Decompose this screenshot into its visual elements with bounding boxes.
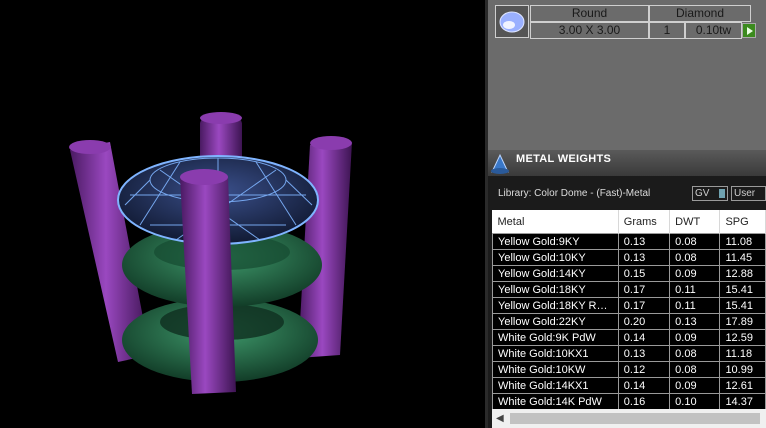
play-icon[interactable] <box>742 23 756 38</box>
table-cell: 0.13 <box>669 313 721 330</box>
table-cell: White Gold:14K PdW <box>492 393 619 410</box>
side-panel: Round Diamond 3.00 X 3.00 1 0.10tw METAL… <box>488 0 766 428</box>
table-row[interactable]: White Gold:14KX1 0.14 0.09 12.61 <box>492 377 766 394</box>
table-cell: 0.09 <box>669 265 721 282</box>
column-header-dwt[interactable]: DWT <box>669 210 721 234</box>
table-cell: 0.13 <box>617 249 671 266</box>
table-cell: 12.59 <box>719 329 766 346</box>
table-cell: 0.17 <box>617 297 671 314</box>
table-cell: 0.08 <box>669 233 721 250</box>
library-label: Library: Color Dome - (Fast)-Metal <box>498 188 651 199</box>
column-header-spg[interactable]: SPG <box>719 210 766 234</box>
table-cell: 0.17 <box>617 281 671 298</box>
column-header-metal[interactable]: Metal <box>492 210 619 234</box>
stone-summary: Round Diamond 3.00 X 3.00 1 0.10tw <box>495 5 757 39</box>
table-cell: 0.15 <box>617 265 671 282</box>
table-cell: White Gold:10KW <box>492 361 619 378</box>
stone-count: 1 <box>649 22 685 39</box>
table-cell: 0.09 <box>669 377 721 394</box>
metal-weights-body: Library: Color Dome - (Fast)-Metal GV Us… <box>488 176 766 428</box>
table-cell: Yellow Gold:14KY <box>492 265 619 282</box>
table-row[interactable]: Yellow Gold:18KY 0.17 0.11 15.41 <box>492 281 766 298</box>
scrollbar-thumb[interactable] <box>510 413 760 424</box>
stone-size: 3.00 X 3.00 <box>530 22 649 39</box>
table-row[interactable]: White Gold:10KX1 0.13 0.08 11.18 <box>492 345 766 362</box>
table-cell: 0.20 <box>617 313 671 330</box>
table-cell: White Gold:14KX1 <box>492 377 619 394</box>
table-cell: Yellow Gold:9KY <box>492 233 619 250</box>
metal-weights-table: Metal Grams DWT SPG Yellow Gold:9KY 0.13 0… <box>492 210 766 428</box>
table-cell: 0.09 <box>669 329 721 346</box>
scroll-left-icon[interactable]: ◀ <box>496 413 504 424</box>
gv-toggle-label: GV <box>695 188 710 199</box>
table-cell: 0.12 <box>617 361 671 378</box>
metal-weights-header[interactable]: METAL WEIGHTS <box>488 150 766 176</box>
table-header-row: Metal Grams DWT SPG <box>492 210 766 234</box>
table-cell: 11.18 <box>719 345 766 362</box>
table-cell: 0.08 <box>669 345 721 362</box>
table-cell: 0.14 <box>617 329 671 346</box>
table-cell: 12.61 <box>719 377 766 394</box>
stone-weight: 0.10tw <box>685 22 742 39</box>
table-row[interactable]: White Gold:9K PdW 0.14 0.09 12.59 <box>492 329 766 346</box>
metal-weights-title: METAL WEIGHTS <box>516 153 612 165</box>
table-cell: 10.99 <box>719 361 766 378</box>
table-row[interactable]: White Gold:14K PdW 0.16 0.10 14.37 <box>492 393 766 410</box>
horizontal-scrollbar[interactable]: ◀ <box>492 409 766 428</box>
table-cell: Yellow Gold:22KY <box>492 313 619 330</box>
table-cell: 15.41 <box>719 281 766 298</box>
table-cell: 11.08 <box>719 233 766 250</box>
table-row[interactable]: Yellow Gold:10KY 0.13 0.08 11.45 <box>492 249 766 266</box>
table-row[interactable]: Yellow Gold:14KY 0.15 0.09 12.88 <box>492 265 766 282</box>
table-cell: 0.08 <box>669 249 721 266</box>
user-toggle[interactable]: User <box>731 186 766 201</box>
table-cell: 15.41 <box>719 297 766 314</box>
user-toggle-label: User <box>734 188 756 199</box>
table-cell: 0.11 <box>669 281 721 298</box>
table-cell: 0.14 <box>617 377 671 394</box>
table-cell: 0.13 <box>617 233 671 250</box>
table-row[interactable]: White Gold:10KW 0.12 0.08 10.99 <box>492 361 766 378</box>
table-cell: 11.45 <box>719 249 766 266</box>
table-cell: 0.08 <box>669 361 721 378</box>
table-cell: White Gold:10KX1 <box>492 345 619 362</box>
table-cell: 0.10 <box>669 393 721 410</box>
metal-weights-icon <box>488 152 512 174</box>
round-stone-icon[interactable] <box>495 5 529 38</box>
table-cell: 17.89 <box>719 313 766 330</box>
table-row[interactable]: Yellow Gold:9KY 0.13 0.08 11.08 <box>492 233 766 250</box>
ring-model-render <box>69 112 352 394</box>
table-cell: Yellow Gold:18KY R… <box>492 297 619 314</box>
gv-toggle[interactable]: GV <box>692 186 728 201</box>
table-cell: White Gold:9K PdW <box>492 329 619 346</box>
stone-shape: Round <box>530 5 649 22</box>
3d-viewport[interactable] <box>0 0 487 428</box>
table-cell: 12.88 <box>719 265 766 282</box>
table-row[interactable]: Yellow Gold:18KY R… 0.17 0.11 15.41 <box>492 297 766 314</box>
table-cell: 0.13 <box>617 345 671 362</box>
table-cell: Yellow Gold:18KY <box>492 281 619 298</box>
table-cell: 14.37 <box>719 393 766 410</box>
table-cell: 0.16 <box>617 393 671 410</box>
table-row[interactable]: Yellow Gold:22KY 0.20 0.13 17.89 <box>492 313 766 330</box>
table-cell: 0.11 <box>669 297 721 314</box>
column-header-grams[interactable]: Grams <box>618 210 671 234</box>
table-cell: Yellow Gold:10KY <box>492 249 619 266</box>
stone-type: Diamond <box>649 5 751 22</box>
